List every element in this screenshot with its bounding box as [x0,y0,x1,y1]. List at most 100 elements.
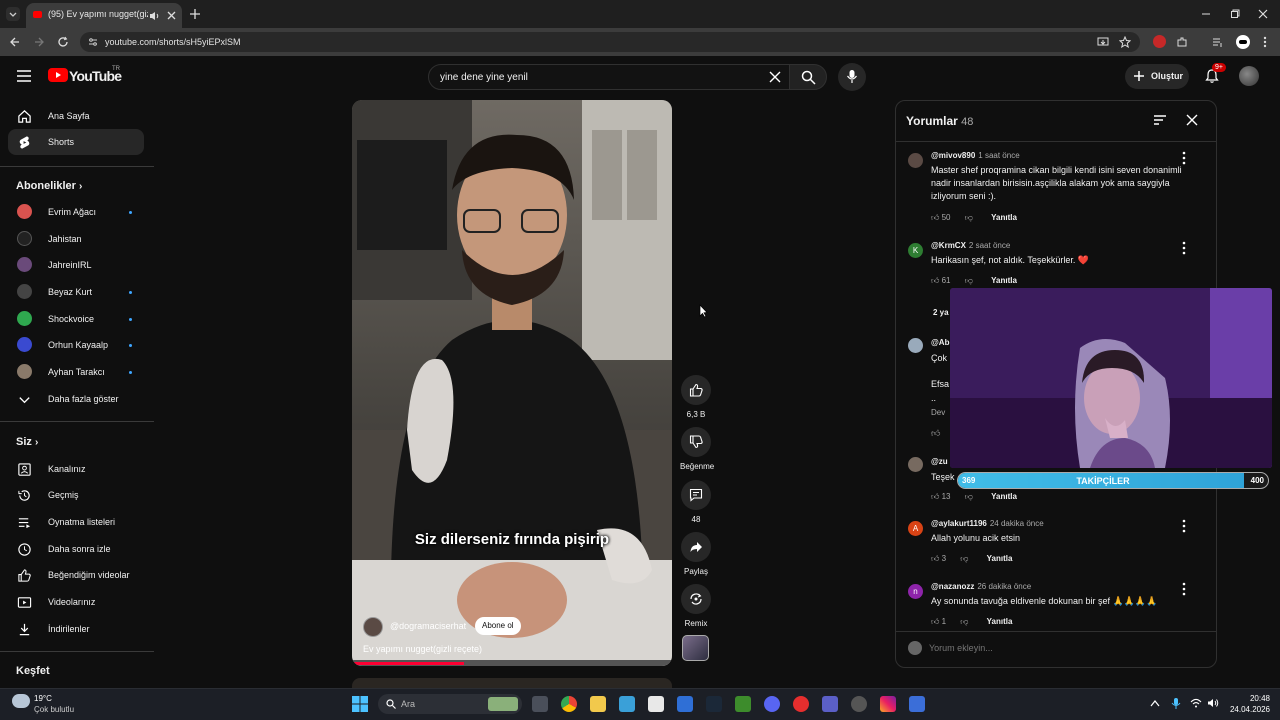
extensions-puzzle-icon[interactable] [1176,36,1188,48]
reload-icon[interactable] [57,36,69,48]
wifi-icon[interactable] [1190,698,1202,708]
instagram-icon[interactable] [880,696,896,712]
youtube-music-icon[interactable] [793,696,809,712]
sidebar-item-subscription[interactable]: Beyaz Kurt [8,279,144,305]
sidebar-item-subscription[interactable]: Evrim Ağacı [8,199,144,225]
search-button[interactable] [789,64,827,90]
account-avatar[interactable] [1239,66,1259,86]
sidebar-item-subscription[interactable]: Ayhan Tarakcı [8,359,144,385]
close-comments-icon[interactable] [1186,114,1198,126]
tab-search-button[interactable] [6,7,20,21]
share-button[interactable]: Paylaş [680,532,712,576]
comment-dislike-icon[interactable]: 👎︎ [965,276,973,285]
sidebar-item-shorts[interactable]: Shorts [8,129,144,155]
restore-icon[interactable] [1229,8,1241,20]
sort-icon[interactable] [1153,114,1167,126]
sidebar-item-liked[interactable]: Beğendiğim videolar [8,562,144,588]
taskbar-search[interactable]: Ara [378,694,522,714]
commenter-avatar[interactable]: A [908,521,923,536]
comment-username[interactable]: @mivov890 [931,151,975,160]
comment-dislike-icon[interactable]: 👎︎ [960,554,968,563]
windows-start-icon[interactable] [352,696,368,712]
close-window-icon[interactable] [1257,8,1269,20]
install-app-icon[interactable] [1097,36,1109,48]
add-comment-input[interactable] [929,639,1199,657]
url-field[interactable]: youtube.com/shorts/sH5yiEPxlSM [80,32,1187,52]
more-options-icon[interactable] [1179,582,1189,596]
commenter-avatar[interactable]: n [908,584,923,599]
comment-dislike-icon[interactable]: 👎︎ [965,492,973,501]
sidebar-item-playlists[interactable]: Oynatma listeleri [8,509,144,535]
like-button[interactable]: 6,3 B [680,375,712,419]
sidebar-item-subscription[interactable]: JahreinIRL [8,252,144,278]
remix-button[interactable]: Remix [680,584,712,628]
video-progress-bar[interactable] [352,662,464,665]
site-info-icon[interactable] [88,37,98,47]
voice-search-button[interactable] [838,63,866,91]
audio-icon[interactable] [148,10,160,22]
discord-icon[interactable] [764,696,780,712]
reply-button[interactable]: Yanıtla [987,554,1013,563]
steam-icon[interactable] [706,696,722,712]
sidebar-item-subscription[interactable]: Jahistan [8,226,144,252]
read-more-link[interactable]: Dev [931,408,945,417]
sidebar-item-subscription[interactable]: Orhun Kayaalp [8,332,144,358]
you-header[interactable]: Siz › [16,436,38,448]
create-button[interactable]: Oluştur [1125,64,1189,89]
comment-like-icon[interactable]: 👍︎ [931,213,939,222]
minecraft-icon[interactable] [735,696,751,712]
reply-button[interactable]: Yanıtla [987,617,1013,626]
channel-name[interactable]: @dogramaciserhat [390,621,466,631]
comments-button[interactable]: 48 [680,480,712,524]
sound-thumbnail[interactable] [682,635,709,661]
channel-avatar[interactable] [363,617,383,637]
view-replies-button[interactable]: 2 ya [933,308,949,317]
youtube-logo-icon[interactable] [48,68,68,82]
clock-time[interactable]: 20:48 [1238,694,1270,703]
sidebar-item-history[interactable]: Geçmiş [8,482,144,508]
app-icon[interactable] [909,696,925,712]
comment-username[interactable]: @zu [931,457,948,466]
comment-username[interactable]: @Ab [931,338,949,347]
reply-button[interactable]: Yanıtla [991,213,1017,222]
teams-icon[interactable] [822,696,838,712]
clear-search-icon[interactable] [769,71,781,83]
extension-icon[interactable] [1153,35,1166,48]
sidebar-item-channel[interactable]: Kanalınız [8,456,144,482]
comment-like-icon[interactable]: 👍︎ [931,617,939,626]
back-icon[interactable] [9,36,21,48]
dislike-button[interactable]: Beğenme [680,427,714,471]
comment-like-icon[interactable]: 👍︎ [931,492,939,501]
clock-date[interactable]: 24.04.2026 [1226,705,1270,714]
microphone-icon[interactable] [1171,697,1181,710]
next-short-preview[interactable] [352,678,672,688]
profile-avatar[interactable] [1236,35,1250,49]
forward-icon[interactable] [33,36,45,48]
hamburger-menu-icon[interactable] [17,70,31,82]
subscriptions-header[interactable]: Abonelikler › [16,180,82,192]
weather-desc[interactable]: Çok bulutlu [34,705,74,714]
commenter-avatar[interactable] [908,338,923,353]
task-view-icon[interactable] [532,696,548,712]
reply-button[interactable]: Yanıtla [991,492,1017,501]
comment-username[interactable]: @KrmCX [931,241,966,250]
browser-menu-icon[interactable] [1262,36,1268,48]
sidebar-item-subscription[interactable]: Shockvoice [8,306,144,332]
sidebar-item-home[interactable]: Ana Sayfa [8,103,144,129]
weather-temp[interactable]: 19°C [34,694,52,703]
reply-button[interactable]: Yanıtla [991,276,1017,285]
obs-icon[interactable] [851,696,867,712]
more-options-icon[interactable] [1179,519,1189,533]
commenter-avatar[interactable] [908,153,923,168]
media-controls-icon[interactable] [1212,36,1224,48]
app-icon[interactable] [619,696,635,712]
minimize-icon[interactable] [1200,8,1212,20]
comment-like-icon[interactable]: 👍︎ [931,554,939,563]
weather-icon[interactable] [12,694,30,708]
commenter-avatar[interactable]: K [908,243,923,258]
store-icon[interactable] [648,696,664,712]
file-explorer-icon[interactable] [590,696,606,712]
comment-username[interactable]: @nazanozz [931,582,974,591]
comment-username[interactable]: @aylakurt1196 [931,519,987,528]
subscribe-button[interactable]: Abone ol [475,617,521,635]
